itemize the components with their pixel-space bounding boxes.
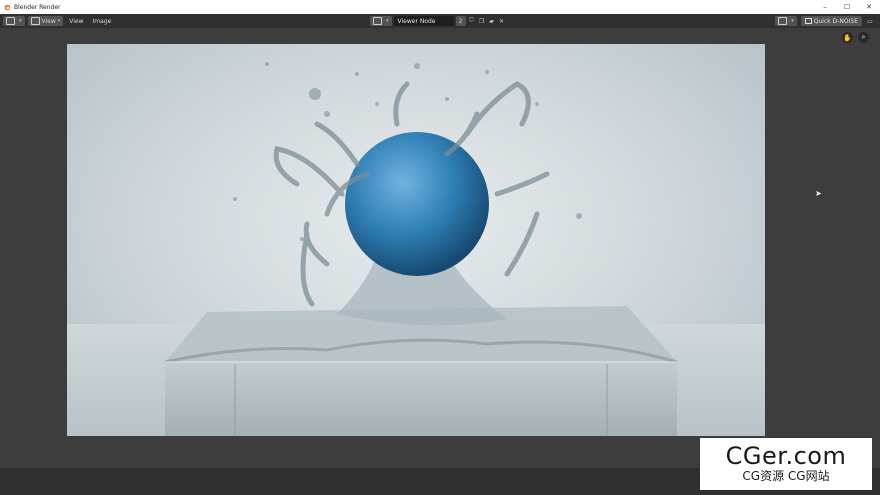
blender-logo-icon [4,4,11,10]
view-mode-icon [30,17,40,25]
editor-type-button[interactable]: ▾ [3,16,25,26]
view-mode-dropdown[interactable]: View ▾ [27,16,64,26]
unlink-close-icon[interactable]: ✕ [498,17,506,25]
header-right-tools: ▾ Quick D-NOISE ▭ [772,16,874,26]
chevron-down-icon: ▾ [791,18,794,24]
quick-denoise-button[interactable]: Quick D-NOISE [800,16,862,26]
watermark-sub-text: CG资源 CG网站 [742,469,830,483]
chevron-down-icon: ▾ [19,18,22,24]
fake-user-shield-icon[interactable]: ⛉ [468,17,476,25]
window-titlebar: Blender Render – ☐ ✕ [0,0,880,14]
channels-icon [778,17,788,25]
browse-image-button[interactable]: ▾ [370,16,392,26]
new-image-icon[interactable]: ❐ [478,17,486,25]
sidebar-toggle-icon[interactable]: ▭ [866,17,874,25]
image-browse-icon [373,17,382,25]
window-controls: – ☐ ✕ [814,0,880,14]
quick-denoise-label: Quick D-NOISE [813,17,858,25]
view-mode-label: View [41,17,56,25]
display-channels-dropdown[interactable]: ▾ [775,16,797,26]
maximize-button[interactable]: ☐ [836,0,858,14]
image-editor-icon [6,17,15,25]
image-editor-header: ▾ View ▾ View Image ▾ Viewer Node 2 ⛉ ❐ … [0,14,880,28]
image-selector: ▾ Viewer Node 2 ⛉ ❐ ▰ ✕ [370,16,506,26]
chevron-down-icon: ▾ [57,18,61,24]
image-name-field[interactable]: Viewer Node [393,16,454,26]
render-result-image [67,44,765,436]
render-image [67,62,765,436]
mouse-cursor-icon: ➤ [815,189,822,198]
hand-icon[interactable]: ✋ [842,32,853,43]
open-folder-icon[interactable]: ▰ [488,17,496,25]
close-button[interactable]: ✕ [858,0,880,14]
image-users-count[interactable]: 2 [455,16,466,26]
menu-image[interactable]: Image [90,16,115,26]
menu-view[interactable]: View [66,16,86,26]
magnifier-icon[interactable]: ⌕ [858,32,869,43]
watermark: CGer.com CG资源 CG网站 [700,438,872,490]
watermark-main-text: CGer.com [725,442,847,470]
minimize-button[interactable]: – [814,0,836,14]
denoise-icon [804,18,812,24]
chevron-down-icon: ▾ [386,18,389,24]
window-title: Blender Render [14,3,61,11]
